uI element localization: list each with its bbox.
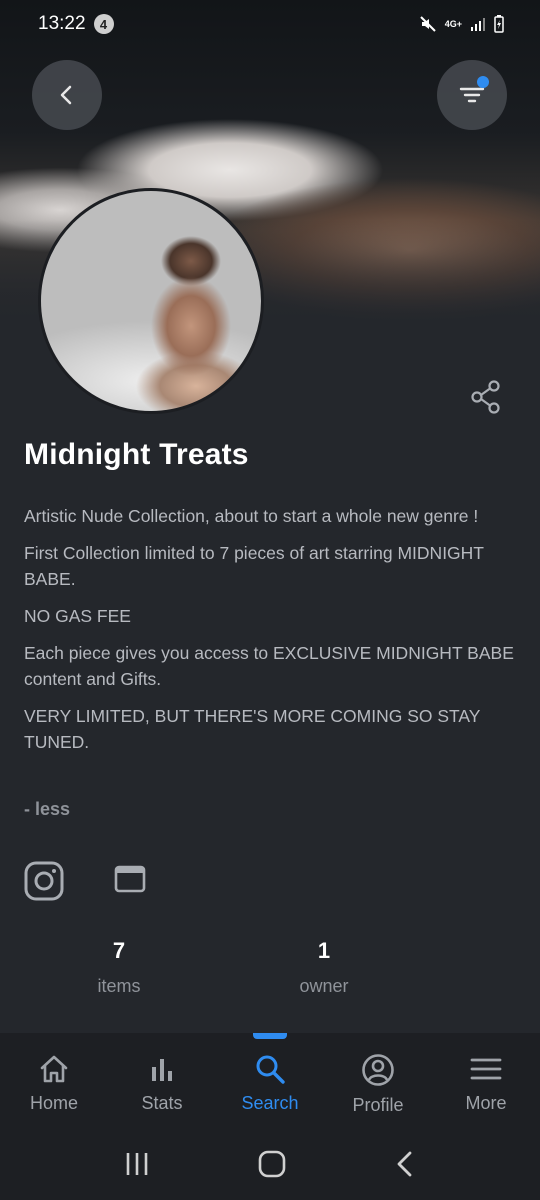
description-paragraph: NO GAS FEE: [24, 606, 131, 626]
nav-stats-label: Stats: [141, 1093, 183, 1113]
home-square-icon: [258, 1150, 286, 1178]
notification-badge: 4: [93, 14, 114, 34]
nav-home[interactable]: Home: [0, 1033, 108, 1133]
chevron-left-icon: [60, 85, 72, 105]
system-back-button[interactable]: [393, 1150, 417, 1183]
stats-icon: [152, 1059, 172, 1081]
collection-description: Artistic Nude Collection, about to start…: [24, 503, 514, 766]
nav-profile-label: Profile: [352, 1095, 404, 1115]
battery-icon: [494, 15, 504, 33]
signal-icon: [471, 18, 485, 31]
status-icons: 4G+: [419, 15, 504, 33]
collection-title: Midnight Treats: [24, 438, 249, 471]
items-label: items: [97, 976, 141, 996]
bottom-navigation: Home Stats Search Profile More: [0, 1033, 540, 1133]
description-paragraph: Each piece gives you access to EXCLUSIVE…: [24, 643, 514, 689]
instagram-link[interactable]: [24, 861, 64, 906]
items-stat: 7 items: [49, 938, 189, 997]
nav-profile[interactable]: Profile: [324, 1033, 432, 1133]
recent-apps-button[interactable]: [123, 1151, 151, 1182]
back-button[interactable]: [32, 60, 102, 130]
menu-icon: [470, 1058, 502, 1080]
description-paragraph: First Collection limited to 7 pieces of …: [24, 543, 484, 589]
items-count: 7: [112, 938, 126, 963]
owners-label: owner: [299, 976, 349, 996]
filter-button[interactable]: [437, 60, 507, 130]
recent-apps-icon: [126, 1153, 148, 1175]
owners-stat: 1 owner: [254, 938, 394, 997]
system-navigation-bar: [0, 1133, 540, 1200]
owners-count: 1: [317, 938, 331, 963]
profile-icon: [362, 1054, 394, 1086]
show-less-toggle[interactable]: - less: [24, 799, 70, 820]
nav-home-label: Home: [29, 1093, 78, 1113]
collection-avatar: [38, 188, 264, 414]
nav-more[interactable]: More: [432, 1033, 540, 1133]
website-link[interactable]: [114, 864, 146, 899]
home-icon: [40, 1055, 68, 1083]
share-icon: [471, 380, 500, 414]
active-indicator: [253, 1033, 287, 1039]
filter-active-dot: [477, 76, 489, 88]
status-bar: 13:22 4 4G+: [0, 0, 540, 48]
home-system-button[interactable]: [257, 1149, 287, 1184]
instagram-icon: [24, 861, 64, 901]
back-arrow-icon: [397, 1151, 412, 1177]
nav-stats[interactable]: Stats: [108, 1033, 216, 1133]
description-paragraph: Artistic Nude Collection, about to start…: [24, 506, 479, 526]
share-button[interactable]: [470, 380, 502, 419]
mute-icon: [420, 16, 436, 32]
nav-search-label: Search: [241, 1093, 299, 1113]
browser-window-icon: [114, 865, 146, 893]
description-paragraph: VERY LIMITED, BUT THERE'S MORE COMING SO…: [24, 706, 481, 752]
nav-more-label: More: [465, 1093, 507, 1113]
nav-search[interactable]: Search: [216, 1033, 324, 1133]
network-label: 4G+: [444, 19, 462, 29]
status-time: 13:22: [38, 13, 86, 34]
search-icon: [256, 1055, 285, 1084]
